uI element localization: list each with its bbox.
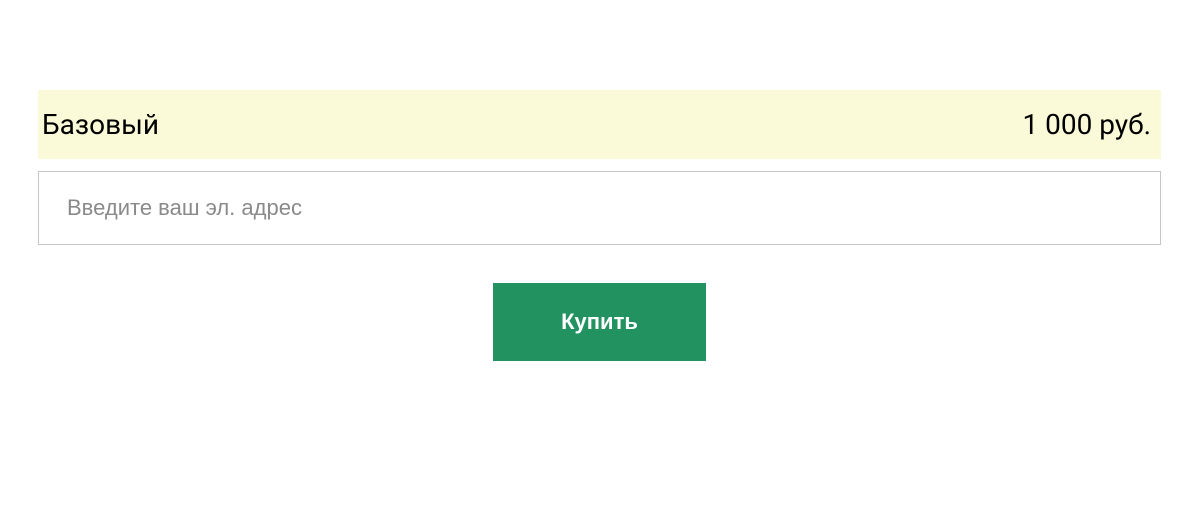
button-row: Купить bbox=[38, 283, 1161, 361]
purchase-form: Базовый 1 000 руб. Купить bbox=[0, 0, 1199, 361]
plan-name: Базовый bbox=[42, 108, 159, 141]
email-field[interactable] bbox=[38, 171, 1161, 245]
plan-price: 1 000 руб. bbox=[1022, 108, 1151, 141]
buy-button[interactable]: Купить bbox=[493, 283, 706, 361]
plan-header: Базовый 1 000 руб. bbox=[38, 90, 1161, 159]
